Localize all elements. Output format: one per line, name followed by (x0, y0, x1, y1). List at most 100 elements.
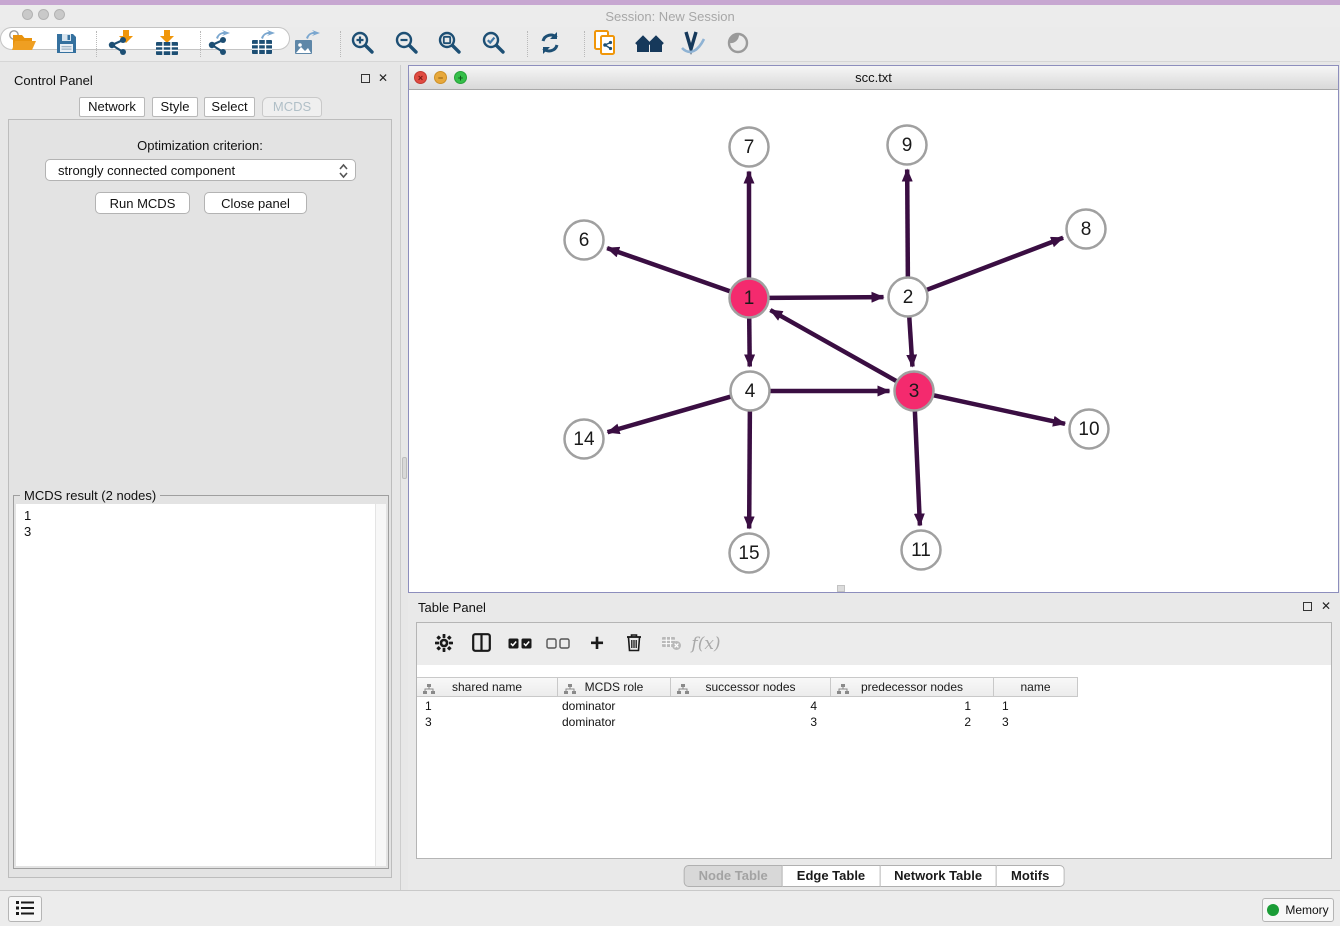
column-header-successor-nodes[interactable]: successor nodes (671, 677, 831, 697)
cell-predecessor-nodes: 1 (831, 698, 971, 714)
graph-node-15[interactable]: 15 (730, 534, 769, 573)
network-overview-button[interactable] (632, 28, 668, 60)
graph-node-label: 11 (911, 540, 931, 561)
column-header-shared-name[interactable]: shared name (417, 677, 558, 697)
delete-column-button[interactable] (617, 623, 651, 665)
column-header-name[interactable]: name (994, 677, 1078, 697)
graph-node-9[interactable]: 9 (888, 126, 927, 165)
zoom-fit-icon (437, 30, 463, 59)
add-column-button[interactable]: + (580, 623, 614, 665)
zoom-fit-button[interactable] (432, 28, 468, 60)
table-settings-button[interactable] (427, 623, 461, 665)
zoom-selected-button[interactable] (476, 28, 512, 60)
panel-splitter[interactable] (400, 65, 408, 890)
graph-node-10[interactable]: 10 (1070, 410, 1109, 449)
tab-network-table[interactable]: Network Table (880, 865, 997, 887)
import-table-button[interactable] (149, 28, 185, 60)
memory-button[interactable]: Memory (1262, 898, 1334, 922)
function-builder-button[interactable]: f(x) (689, 623, 723, 665)
graph-node-4[interactable]: 4 (731, 372, 770, 411)
export-network-icon (206, 29, 234, 60)
export-table-button[interactable] (245, 28, 281, 60)
eye-icon (725, 30, 751, 59)
vizmapper-button[interactable] (675, 28, 711, 60)
table-panel-float-icon[interactable] (1303, 602, 1312, 611)
tab-style[interactable]: Style (152, 97, 198, 117)
close-panel-button[interactable]: Close panel (204, 192, 307, 214)
mcds-result-groupbox: MCDS result (2 nodes) 1 3 (13, 495, 389, 869)
open-session-button[interactable] (6, 28, 42, 60)
graph-edge-2-3[interactable] (909, 316, 912, 366)
toolbar-separator (340, 31, 341, 57)
control-panel-float-icon[interactable] (361, 74, 370, 83)
run-mcds-button[interactable]: Run MCDS (95, 192, 190, 214)
show-columns-button[interactable] (464, 623, 498, 665)
mcds-result-list[interactable]: 1 3 (16, 504, 386, 866)
graph-node-label: 10 (1078, 419, 1099, 440)
network-graph: 1 2 3 4 6 7 8 9 10 11 14 15 (409, 90, 1338, 592)
result-scrollbar[interactable] (375, 504, 386, 866)
tab-edge-table[interactable]: Edge Table (783, 865, 880, 887)
graph-node-label: 6 (579, 230, 590, 251)
cell-mcds-role: dominator (562, 698, 615, 714)
task-history-button[interactable] (8, 896, 42, 922)
splitter-handle[interactable] (402, 457, 407, 479)
cell-name: 3 (1002, 714, 1009, 730)
clone-network-button[interactable] (588, 28, 624, 60)
tab-select[interactable]: Select (204, 97, 255, 117)
graph-edge-3-11[interactable] (915, 410, 920, 525)
select-all-button[interactable] (503, 623, 537, 665)
export-image-button[interactable] (288, 28, 324, 60)
graph-edge-2-8[interactable] (926, 238, 1063, 290)
control-panel-title: Control Panel (14, 73, 93, 88)
mcds-panel: Optimization criterion: strongly connect… (8, 119, 392, 878)
cell-shared-name: 3 (425, 714, 432, 730)
graph-node-label: 14 (573, 429, 595, 450)
graph-edge-4-15[interactable] (749, 410, 750, 528)
canvas-scroll-nub[interactable] (837, 585, 845, 592)
graph-edge-3-10[interactable] (933, 395, 1065, 424)
graph-node-11[interactable]: 11 (902, 531, 941, 570)
import-network-button[interactable] (102, 28, 138, 60)
graph-node-2[interactable]: 2 (889, 278, 928, 317)
tab-mcds[interactable]: MCDS (262, 97, 322, 117)
import-network-icon (106, 29, 134, 60)
graph-node-14[interactable]: 14 (565, 420, 604, 459)
network-canvas[interactable]: 1 2 3 4 6 7 8 9 10 11 14 15 (409, 90, 1338, 592)
tab-motifs[interactable]: Motifs (997, 865, 1064, 887)
graph-edge-2-9[interactable] (907, 169, 908, 277)
graph-node-label: 2 (903, 287, 914, 308)
hide-panel-button[interactable] (720, 28, 756, 60)
list-icon (16, 901, 34, 918)
zoom-in-button[interactable] (345, 28, 381, 60)
graph-edge-3-1[interactable] (770, 310, 897, 381)
delete-table-icon (661, 635, 682, 654)
graph-node-3[interactable]: 3 (895, 372, 934, 411)
mcds-result-item: 1 (16, 504, 386, 524)
apply-layout-button[interactable] (532, 28, 568, 60)
graph-node-8[interactable]: 8 (1067, 210, 1106, 249)
zoom-out-button[interactable] (389, 28, 425, 60)
graph-node-label: 7 (744, 137, 755, 158)
column-header-predecessor-nodes[interactable]: predecessor nodes (831, 677, 994, 697)
export-network-button[interactable] (202, 28, 238, 60)
criterion-select[interactable]: strongly connected component (45, 159, 356, 181)
toolbar-separator (96, 31, 97, 57)
deselect-all-button[interactable] (541, 623, 575, 665)
graph-node-7[interactable]: 7 (730, 128, 769, 167)
control-panel-close-icon[interactable]: ✕ (378, 71, 388, 85)
delete-table-button[interactable] (654, 623, 688, 665)
tab-network[interactable]: Network (79, 97, 145, 117)
graph-edge-1-6[interactable] (607, 248, 730, 291)
table-panel-close-icon[interactable]: ✕ (1321, 599, 1331, 613)
graph-edge-1-4[interactable] (749, 317, 750, 366)
node-table-container: + f(x) shared name MCDS role successor n… (416, 622, 1332, 859)
graph-node-1[interactable]: 1 (730, 279, 769, 318)
graph-node-6[interactable]: 6 (565, 221, 604, 260)
graph-edge-1-2[interactable] (768, 297, 883, 298)
graph-edge-4-14[interactable] (608, 396, 732, 432)
column-header-mcds-role[interactable]: MCDS role (558, 677, 671, 697)
save-session-button[interactable] (48, 28, 84, 60)
tab-node-table[interactable]: Node Table (684, 865, 783, 887)
unchecked-boxes-icon (546, 637, 570, 652)
